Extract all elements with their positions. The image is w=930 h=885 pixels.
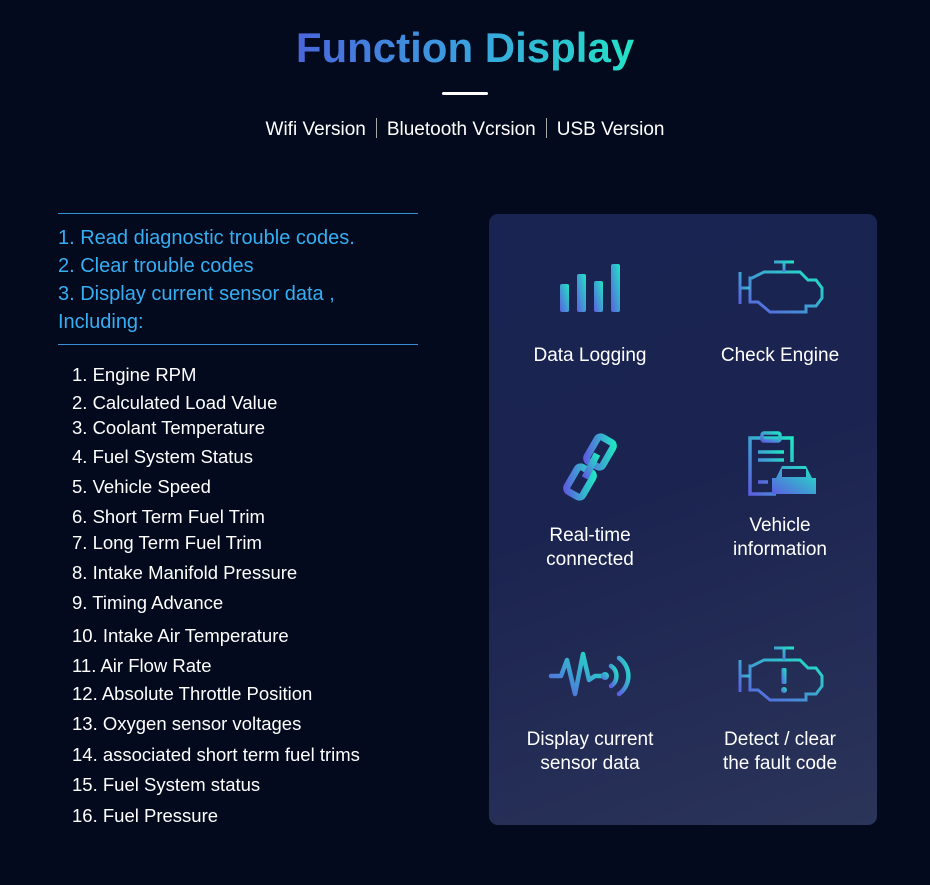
- feature-vehicle-information: Vehicle information: [683, 428, 877, 562]
- feature-label: Detect / clear the fault code: [722, 729, 838, 774]
- feature-item: 1. Read diagnostic trouble codes.: [58, 227, 355, 249]
- feature-label: Data Logging: [533, 345, 647, 366]
- feature-sensor-data: Display current sensor data: [493, 646, 687, 776]
- feature-label: Vehicle information: [733, 515, 827, 560]
- version-usb: USB Version: [556, 119, 665, 140]
- list-item: 4. Fuel System Status: [72, 446, 253, 467]
- feature-item: 3. Display current sensor data ,: [58, 283, 335, 305]
- list-item: 3. Coolant Temperature: [72, 417, 265, 438]
- signal-wave-icon: [548, 651, 631, 697]
- list-item: 8. Intake Manifold Pressure: [72, 562, 298, 583]
- list-item: 16. Fuel Pressure: [72, 805, 219, 826]
- version-list: Wifi Version Bluetooth Vcrsion USB Version: [0, 118, 930, 141]
- feature-label: Real-time connected: [546, 525, 634, 570]
- list-item: 1. Engine RPM: [72, 364, 197, 385]
- list-item: 13. Oxygen sensor voltages: [72, 713, 302, 734]
- feature-realtime-connected: Real-time connected: [493, 432, 687, 572]
- list-item: 2. Calculated Load Value: [72, 392, 278, 413]
- page-title: Function Display: [295, 24, 635, 71]
- feature-panel: Data Logging Check Engine Real-time conne…: [489, 214, 877, 825]
- divider: [58, 213, 418, 214]
- list-item: 7. Long Term Fuel Trim: [72, 532, 262, 553]
- list-item: 11. Air Flow Rate: [72, 655, 212, 676]
- list-item: 15. Fuel System status: [72, 774, 261, 795]
- feature-check-engine: Check Engine: [683, 258, 877, 368]
- engine-warning-icon: [738, 646, 824, 702]
- feature-list: 1. Read diagnostic trouble codes. 2. Cle…: [58, 224, 355, 336]
- engine-icon: [738, 260, 824, 314]
- version-bluetooth: Bluetooth Vcrsion: [386, 119, 536, 140]
- link-icon: [563, 433, 617, 501]
- bar-chart-icon: [560, 264, 620, 312]
- title-underline: [442, 92, 488, 95]
- clipboard-car-icon: [748, 431, 816, 496]
- feature-detect-clear-fault: Detect / clear the fault code: [683, 644, 877, 776]
- feature-data-logging: Data Logging: [493, 258, 687, 368]
- version-wifi: Wifi Version: [265, 119, 366, 140]
- feature-item: Including:: [58, 311, 144, 333]
- divider: [545, 118, 547, 138]
- list-item: 6. Short Term Fuel Trim: [72, 506, 265, 527]
- list-item: 9. Timing Advance: [72, 592, 224, 613]
- divider: [375, 118, 377, 138]
- list-item: 12. Absolute Throttle Position: [72, 683, 313, 704]
- feature-item: 2. Clear trouble codes: [58, 255, 254, 277]
- list-item: 10. Intake Air Temperature: [72, 625, 289, 646]
- list-item: 14. associated short term fuel trims: [72, 744, 360, 765]
- list-item: 5. Vehicle Speed: [72, 476, 211, 497]
- feature-label: Check Engine: [720, 345, 840, 366]
- feature-label: Display current sensor data: [526, 729, 654, 774]
- divider: [58, 344, 418, 345]
